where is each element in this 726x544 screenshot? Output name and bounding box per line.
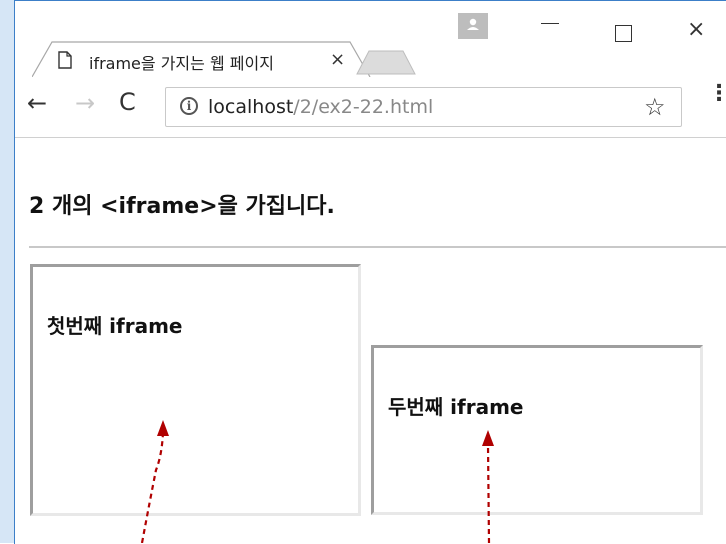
url-text[interactable]: localhost/2/ex2-22.html: [208, 96, 433, 118]
window-close-icon[interactable]: ×: [687, 17, 705, 42]
url-host: localhost: [208, 96, 294, 118]
title-bar: iframe을 가지는 웹 페이지 × ×: [15, 1, 726, 79]
menu-dots-icon[interactable]: ⋮: [708, 83, 726, 105]
close-icon[interactable]: ×: [330, 49, 345, 70]
bookmark-star-icon[interactable]: ☆: [644, 93, 666, 121]
forward-arrow-icon[interactable]: →: [75, 89, 95, 117]
back-arrow-icon[interactable]: ←: [27, 89, 47, 117]
address-bar[interactable]: i localhost/2/ex2-22.html ☆: [165, 87, 682, 127]
toolbar: ← → C i localhost/2/ex2-22.html ☆ ⋮: [15, 77, 726, 138]
minimize-icon[interactable]: [541, 23, 559, 24]
page-heading: 2 개의 <iframe>을 가집니다.: [29, 194, 335, 219]
horizontal-rule: [29, 246, 726, 248]
new-tab-icon[interactable]: [355, 49, 417, 79]
url-path: /2/ex2-22.html: [293, 96, 434, 118]
info-icon[interactable]: i: [180, 97, 198, 115]
iframe-second-text: 두번째 iframe: [388, 395, 524, 419]
iframe-first[interactable]: 첫번째 iframe: [30, 264, 361, 516]
maximize-icon[interactable]: [615, 25, 632, 42]
browser-window: iframe을 가지는 웹 페이지 × × ← → C i localhost/…: [14, 0, 726, 544]
page-content: 2 개의 <iframe>을 가집니다. 첫번째 iframe 두번째 ifra…: [15, 138, 726, 544]
tab-active[interactable]: iframe을 가지는 웹 페이지 ×: [32, 41, 371, 78]
iframe-first-text: 첫번째 iframe: [47, 314, 183, 338]
slide-background-strip: [0, 0, 14, 543]
profile-icon[interactable]: [458, 13, 488, 39]
tab-title: iframe을 가지는 웹 페이지: [89, 50, 319, 74]
reload-icon[interactable]: C: [119, 88, 136, 116]
iframe-second[interactable]: 두번째 iframe: [371, 345, 703, 515]
